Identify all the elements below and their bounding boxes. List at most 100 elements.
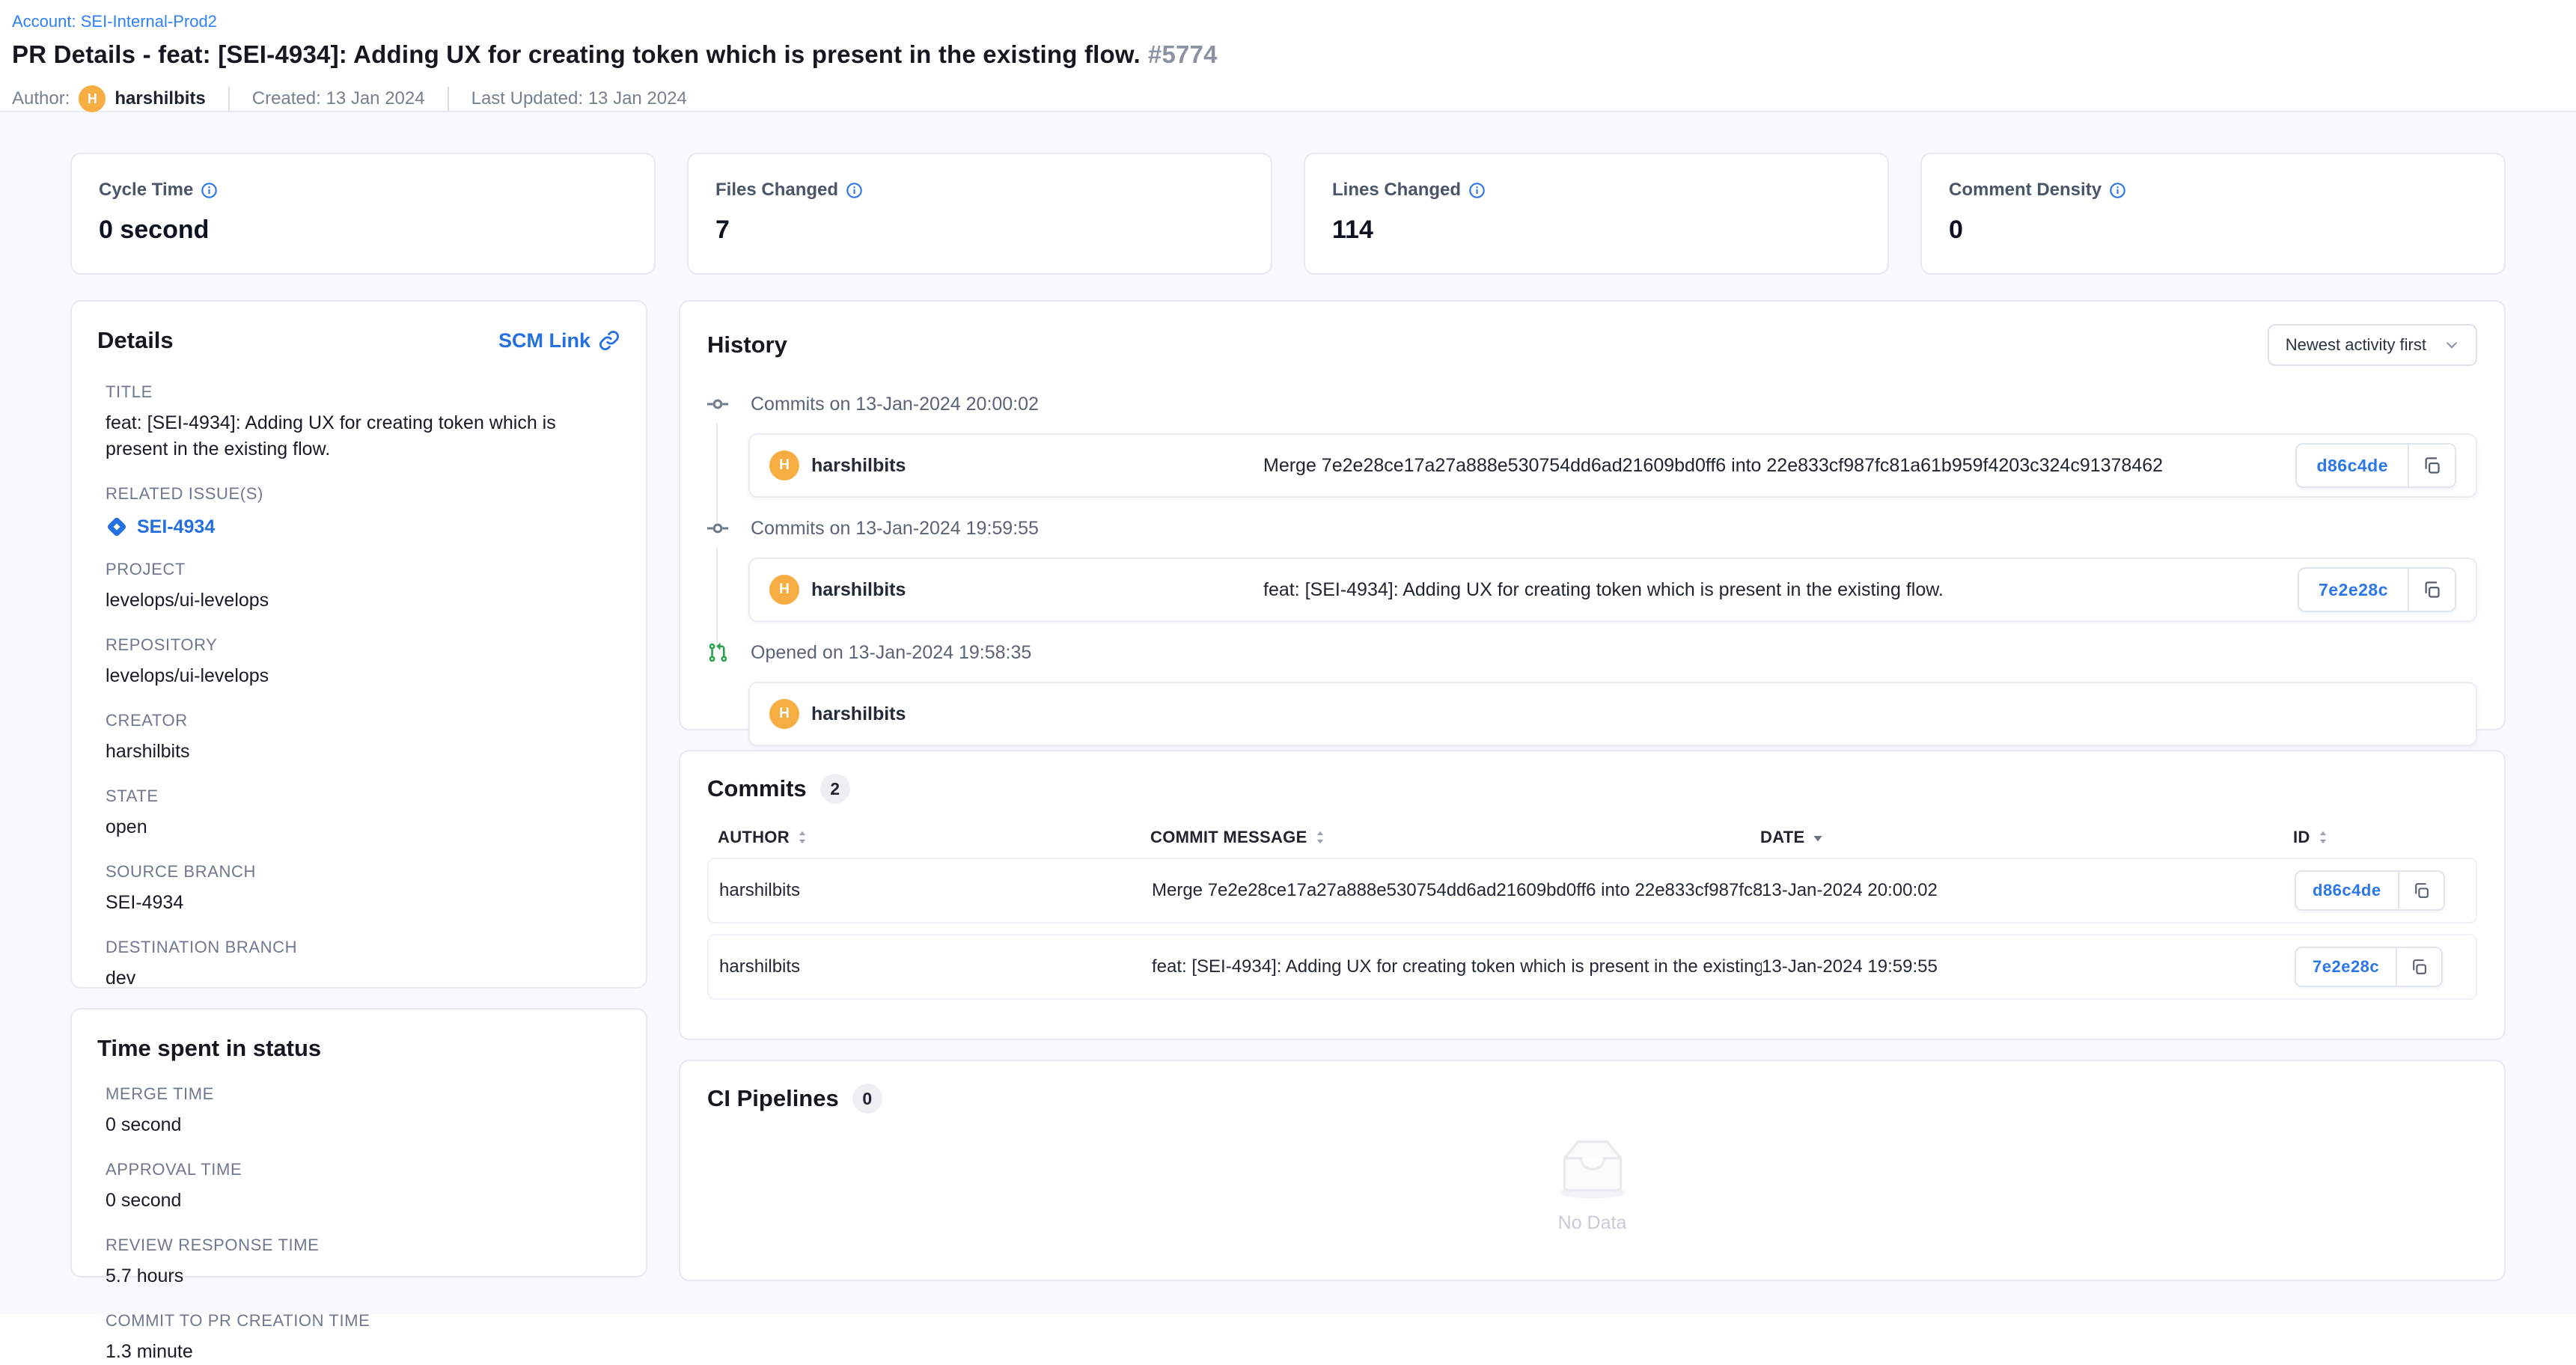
details-heading: Details bbox=[97, 327, 174, 354]
commit-id-cell: d86c4de bbox=[2295, 870, 2476, 911]
commit-hash-link[interactable]: d86c4de bbox=[2297, 445, 2408, 486]
detail-value: SEI-4934 bbox=[106, 890, 620, 916]
detail-field-related-issues: RELATED ISSUE(S) SEI-4934 bbox=[106, 484, 620, 538]
time-in-status-panel: Time spent in status MERGE TIME 0 second… bbox=[70, 1008, 647, 1277]
scm-link-label: SCM Link bbox=[498, 329, 590, 352]
history-panel: History Newest activity first Commits on… bbox=[679, 300, 2506, 730]
metric-label: Lines Changed bbox=[1332, 180, 1461, 201]
commit-date-cell: 13-Jan-2024 20:00:02 bbox=[1762, 880, 2295, 901]
pr-title-text: PR Details - feat: [SEI-4934]: Adding UX… bbox=[12, 40, 1141, 68]
detail-label: TITLE bbox=[106, 382, 620, 402]
ci-pipelines-heading: CI Pipelines bbox=[707, 1085, 839, 1112]
right-column: History Newest activity first Commits on… bbox=[679, 300, 2506, 1281]
created-date: Created: 13 Jan 2024 bbox=[252, 88, 425, 109]
commits-panel: Commits 2 AUTHOR COMMIT MESSAGE DATE bbox=[679, 750, 2506, 1040]
empty-inbox-icon bbox=[1551, 1132, 1635, 1200]
avatar: H bbox=[769, 575, 799, 605]
field-review-response-time: REVIEW RESPONSE TIME 5.7 hours bbox=[106, 1236, 620, 1289]
info-icon[interactable] bbox=[1468, 182, 1486, 199]
detail-value: levelops/ui-levelops bbox=[106, 587, 620, 614]
detail-value: open bbox=[106, 814, 620, 840]
scm-link[interactable]: SCM Link bbox=[498, 329, 620, 352]
column-label: DATE bbox=[1760, 828, 1804, 847]
detail-label: PROJECT bbox=[106, 560, 620, 579]
column-header-commit-message[interactable]: COMMIT MESSAGE bbox=[1150, 828, 1760, 847]
copy-icon[interactable] bbox=[2398, 872, 2444, 909]
metric-card-files-changed: Files Changed 7 bbox=[687, 153, 1272, 275]
commit-author: harshilbits bbox=[811, 579, 906, 601]
column-label: COMMIT MESSAGE bbox=[1150, 828, 1307, 847]
detail-label: CREATOR bbox=[106, 711, 620, 730]
info-icon[interactable] bbox=[846, 182, 863, 199]
author-row: Author: H harshilbits Created: 13 Jan 20… bbox=[12, 85, 2576, 112]
column-header-author[interactable]: AUTHOR bbox=[707, 828, 1150, 847]
commit-table-row: harshilbits feat: [SEI-4934]: Adding UX … bbox=[707, 934, 2477, 1000]
timeline-item-commit-2: Commits on 13-Jan-2024 19:59:55 H harshi… bbox=[700, 517, 2477, 622]
commit-hash-chip: 7e2e28c bbox=[2295, 947, 2443, 987]
ci-pipelines-panel: CI Pipelines 0 No Data bbox=[679, 1060, 2506, 1281]
metric-label: Cycle Time bbox=[99, 180, 193, 201]
page-content: Cycle Time 0 second Files Changed 7 Line… bbox=[0, 112, 2576, 1314]
column-header-id[interactable]: ID bbox=[2293, 828, 2477, 847]
left-column: Details SCM Link TITLE feat: [SEI-4934]:… bbox=[70, 300, 647, 1277]
no-data-label: No Data bbox=[1558, 1212, 1627, 1234]
metric-value: 7 bbox=[715, 216, 1271, 245]
divider bbox=[228, 87, 230, 111]
detail-value: 0 second bbox=[106, 1112, 620, 1138]
metric-card-comment-density: Comment Density 0 bbox=[1920, 153, 2506, 275]
commit-author: harshilbits bbox=[811, 455, 906, 477]
commit-hash-link[interactable]: 7e2e28c bbox=[2296, 948, 2396, 986]
account-link[interactable]: Account: SEI-Internal-Prod2 bbox=[12, 12, 217, 31]
history-commit-card: H harshilbits feat: [SEI-4934]: Adding U… bbox=[748, 558, 2477, 622]
detail-value: 1.3 minute bbox=[106, 1339, 620, 1365]
detail-field-destination-branch: DESTINATION BRANCH dev bbox=[106, 938, 620, 992]
commits-heading: Commits bbox=[707, 775, 807, 802]
detail-value: 0 second bbox=[106, 1188, 620, 1214]
author-name: harshilbits bbox=[115, 88, 205, 109]
detail-value: harshilbits bbox=[106, 739, 620, 765]
detail-label: DESTINATION BRANCH bbox=[106, 938, 620, 957]
commit-message-cell: Merge 7e2e28ce17a27a888e530754dd6ad21609… bbox=[1152, 880, 1762, 901]
sort-desc-icon bbox=[1812, 832, 1824, 843]
metric-label: Comment Density bbox=[1949, 180, 2102, 201]
commit-hash-link[interactable]: 7e2e28c bbox=[2299, 569, 2408, 611]
divider bbox=[448, 87, 449, 111]
detail-field-creator: CREATOR harshilbits bbox=[106, 711, 620, 765]
link-icon bbox=[598, 329, 620, 352]
chevron-down-icon bbox=[2444, 338, 2459, 352]
detail-label: APPROVAL TIME bbox=[106, 1160, 620, 1179]
history-sort-dropdown[interactable]: Newest activity first bbox=[2268, 324, 2477, 366]
detail-value: feat: [SEI-4934]: Adding UX for creating… bbox=[106, 410, 620, 462]
history-heading: History bbox=[707, 332, 787, 358]
history-commit-card: H harshilbits Merge 7e2e28ce17a27a888e53… bbox=[748, 433, 2477, 498]
column-header-date[interactable]: DATE bbox=[1760, 828, 2293, 847]
info-icon[interactable] bbox=[2109, 182, 2126, 199]
commit-hash-chip: d86c4de bbox=[2295, 443, 2456, 488]
sort-selected-option: Newest activity first bbox=[2286, 335, 2426, 355]
time-in-status-heading: Time spent in status bbox=[97, 1035, 620, 1062]
column-label: AUTHOR bbox=[718, 828, 790, 847]
detail-label: REVIEW RESPONSE TIME bbox=[106, 1236, 620, 1255]
commit-author-cell: harshilbits bbox=[709, 880, 1152, 901]
info-icon[interactable] bbox=[201, 182, 218, 199]
field-approval-time: APPROVAL TIME 0 second bbox=[106, 1160, 620, 1214]
pull-request-opened-icon bbox=[700, 641, 736, 664]
sort-icon bbox=[1315, 829, 1325, 846]
related-issue-link[interactable]: SEI-4934 bbox=[106, 516, 620, 538]
related-issue-key: SEI-4934 bbox=[137, 516, 215, 538]
copy-icon[interactable] bbox=[2408, 445, 2455, 486]
metrics-row: Cycle Time 0 second Files Changed 7 Line… bbox=[70, 153, 2506, 275]
detail-label: SOURCE BRANCH bbox=[106, 862, 620, 882]
commit-message: feat: [SEI-4934]: Adding UX for creating… bbox=[1263, 579, 2298, 601]
detail-value: dev bbox=[106, 965, 620, 992]
sort-icon bbox=[2318, 829, 2328, 846]
copy-icon[interactable] bbox=[2396, 948, 2441, 986]
commit-table-row: harshilbits Merge 7e2e28ce17a27a888e5307… bbox=[707, 858, 2477, 923]
detail-value: 5.7 hours bbox=[106, 1263, 620, 1289]
detail-field-title: TITLE feat: [SEI-4934]: Adding UX for cr… bbox=[106, 382, 620, 462]
copy-icon[interactable] bbox=[2408, 569, 2455, 611]
commit-hash-link[interactable]: d86c4de bbox=[2296, 872, 2398, 909]
ci-empty-state: No Data bbox=[707, 1132, 2477, 1234]
timeline-item-commit-1: Commits on 13-Jan-2024 20:00:02 H harshi… bbox=[700, 393, 2477, 498]
field-commit-to-pr-time: COMMIT TO PR CREATION TIME 1.3 minute bbox=[106, 1311, 620, 1365]
